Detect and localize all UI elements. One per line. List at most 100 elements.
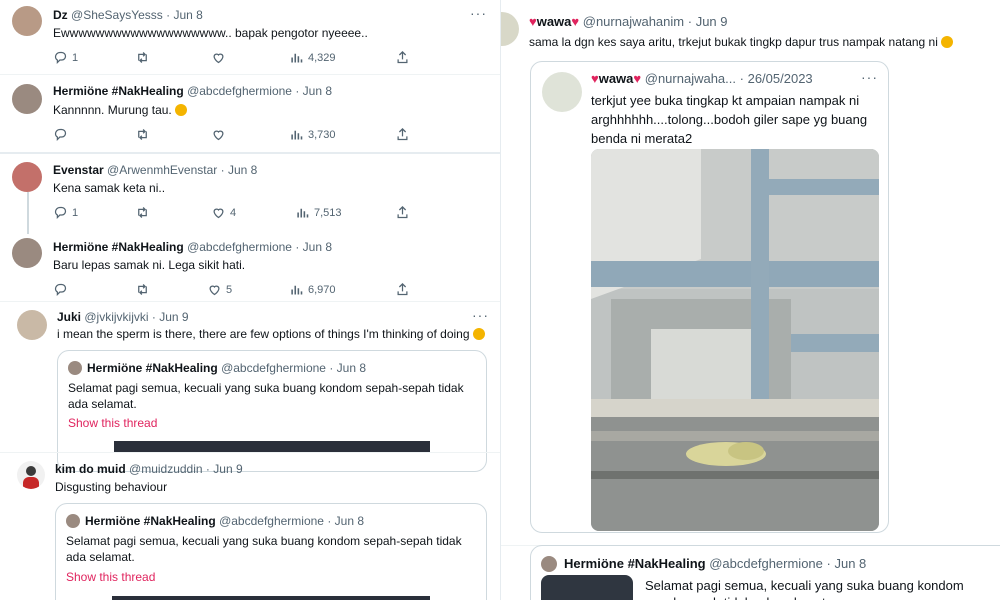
- heart-icon: ♥: [571, 14, 580, 29]
- share-icon: [397, 205, 408, 219]
- avatar[interactable]: [12, 238, 42, 268]
- reply-button[interactable]: 1: [53, 50, 78, 65]
- tweet-dz[interactable]: Dz @SheSaysYesss · Jun 8 ··· Ewwwwwwwwww…: [0, 0, 500, 76]
- retweet-icon: [138, 52, 147, 63]
- retweet-icon: [138, 284, 147, 295]
- tweet-header: Dz @SheSaysYesss · Jun 8: [53, 8, 203, 22]
- quote-image: [112, 596, 430, 600]
- quote-text: terkjut yee buka tingkap kt ampaian namp…: [591, 93, 868, 146]
- action-bar: 5 6,970: [53, 282, 413, 298]
- tweet-header: ♥wawa♥ @nurnajwahanim · Jun 9: [529, 14, 728, 29]
- avatar[interactable]: [12, 84, 42, 114]
- reply-icon: [54, 206, 67, 220]
- share-button[interactable]: [395, 127, 410, 142]
- tweet-evenstar[interactable]: Evenstar @ArwenmhEvenstar · Jun 8 Kena s…: [0, 154, 500, 234]
- thread-line: [27, 192, 29, 234]
- quote-text: Selamat pagi semua, kecuali yang suka bu…: [66, 534, 462, 564]
- retweet-icon: [138, 207, 147, 218]
- retweet-button[interactable]: [135, 127, 150, 142]
- reply-icon: [54, 128, 67, 142]
- left-panel: Dz @SheSaysYesss · Jun 8 ··· Ewwwwwwwwww…: [0, 0, 500, 600]
- views-icon: [291, 130, 303, 140]
- share-icon: [397, 50, 408, 64]
- quote-header: Hermiöne #NakHealing @abcdefghermione · …: [564, 556, 867, 571]
- avatar[interactable]: [501, 12, 519, 46]
- more-icon[interactable]: ···: [861, 69, 878, 85]
- quote-text: Selamat pagi semua, kecuali yang suka bu…: [68, 381, 464, 411]
- quote-text: Selamat pagi semua, kecuali yang suka bu…: [645, 578, 964, 600]
- reply-button[interactable]: 1: [53, 205, 78, 220]
- views-button[interactable]: 3,730: [289, 127, 336, 142]
- heart-icon: [213, 130, 224, 141]
- quoted-tweet[interactable]: Hermiöne #NakHealing @abcdefghermione · …: [55, 503, 487, 600]
- quote-thumbnail: [541, 575, 633, 600]
- tweet-text: sama la dgn kes saya aritu, trkejut buka…: [529, 35, 954, 49]
- retweet-icon: [138, 129, 147, 140]
- tweet-header: kim do muid @muidzuddin · Jun 9: [55, 462, 243, 476]
- retweet-button[interactable]: [135, 282, 150, 297]
- emoji-icon: [472, 328, 485, 340]
- views-icon: [291, 285, 303, 295]
- like-button[interactable]: 4: [211, 205, 236, 220]
- person-icon: [26, 466, 36, 476]
- quoted-tweet-bottom[interactable]: Hermiöne #NakHealing @abcdefghermione · …: [530, 545, 1000, 600]
- views-button[interactable]: 6,970: [289, 282, 336, 297]
- quote-header: Hermiöne #NakHealing @abcdefghermione · …: [87, 361, 367, 375]
- retweet-button[interactable]: [135, 50, 150, 65]
- more-icon[interactable]: ···: [472, 307, 489, 323]
- tweet-header: Hermiöne #NakHealing @abcdefghermione · …: [53, 240, 333, 254]
- emoji-icon: [175, 104, 188, 116]
- views-button[interactable]: 7,513: [295, 205, 342, 220]
- tweet-text: Ewwwwwwwwwwwwwwwwwww.. bapak pengotor ny…: [53, 26, 368, 40]
- tweet-text: Kena samak keta ni..: [53, 181, 166, 195]
- views-button[interactable]: 4,329: [289, 50, 336, 65]
- action-bar: 3,730: [53, 127, 413, 143]
- share-icon: [397, 127, 408, 141]
- like-button[interactable]: [211, 127, 230, 142]
- quote-header: Hermiöne #NakHealing @abcdefghermione · …: [85, 514, 365, 528]
- reply-icon: [54, 283, 67, 297]
- action-bar: 1 4,329: [53, 50, 413, 66]
- action-bar: 1 4 7,513: [53, 205, 413, 221]
- retweet-button[interactable]: [135, 205, 150, 220]
- photo-window-frame: [591, 149, 879, 531]
- avatar: [66, 514, 80, 528]
- avatar[interactable]: [17, 310, 47, 340]
- share-icon: [397, 282, 408, 296]
- reply-button[interactable]: [53, 127, 72, 142]
- tweet-header: Juki @jvkijvkijvki · Jun 9: [57, 310, 189, 324]
- right-panel: ♥wawa♥ @nurnajwahanim · Jun 9 sama la dg…: [501, 0, 1000, 600]
- heart-icon: ♥: [633, 71, 642, 86]
- avatar[interactable]: [12, 162, 42, 192]
- heart-icon: [209, 285, 220, 296]
- quote-header: ♥wawa♥ @nurnajwaha... · 26/05/2023: [591, 71, 813, 86]
- show-thread-link[interactable]: Show this thread: [66, 570, 155, 584]
- tweet-photo[interactable]: [591, 149, 879, 531]
- share-button[interactable]: [395, 50, 410, 65]
- tweet-text: i mean the sperm is there, there are few…: [57, 327, 485, 341]
- share-button[interactable]: [395, 282, 410, 297]
- like-button[interactable]: [211, 50, 230, 65]
- heart-icon: ♥: [591, 71, 599, 86]
- tweet-kim[interactable]: kim do muid @muidzuddin · Jun 9 Disgusti…: [0, 452, 500, 600]
- tweet-hermione-1[interactable]: Hermiöne #NakHealing @abcdefghermione · …: [0, 76, 500, 152]
- like-button[interactable]: 5: [207, 282, 232, 297]
- tweet-text: Kannnnn. Murung tau.: [53, 103, 188, 117]
- tweet-wawa[interactable]: ♥wawa♥ @nurnajwahanim · Jun 9 sama la dg…: [501, 0, 1000, 545]
- tweet-hermione-2[interactable]: Hermiöne #NakHealing @abcdefghermione · …: [0, 232, 500, 302]
- avatar: [541, 556, 557, 572]
- tweet-header: Hermiöne #NakHealing @abcdefghermione · …: [53, 84, 333, 98]
- quoted-tweet[interactable]: ♥wawa♥ @nurnajwaha... · 26/05/2023 ··· t…: [530, 61, 889, 533]
- share-button[interactable]: [395, 205, 410, 220]
- tweet-juki[interactable]: Juki @jvkijvkijvki · Jun 9 ··· i mean th…: [0, 302, 500, 472]
- more-icon[interactable]: ···: [470, 5, 487, 21]
- avatar: [68, 361, 82, 375]
- divider: [0, 74, 500, 75]
- avatar[interactable]: [12, 6, 42, 36]
- emoji-icon: [941, 36, 954, 48]
- tweet-header: Evenstar @ArwenmhEvenstar · Jun 8: [53, 163, 258, 177]
- avatar[interactable]: [17, 461, 45, 489]
- show-thread-link[interactable]: Show this thread: [68, 416, 157, 430]
- views-icon: [297, 208, 309, 218]
- reply-button[interactable]: [53, 282, 72, 297]
